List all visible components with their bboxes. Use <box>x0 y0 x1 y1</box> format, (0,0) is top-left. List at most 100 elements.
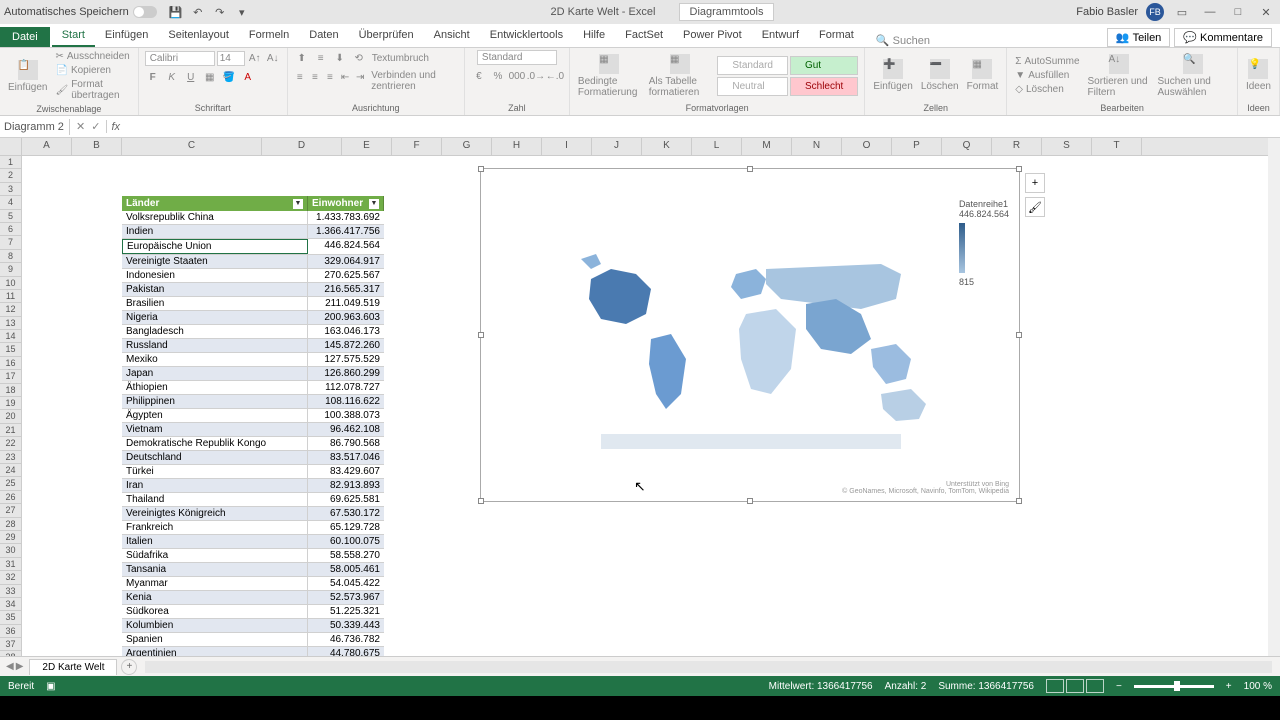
cell-population[interactable]: 211.049.519 <box>308 297 384 310</box>
table-row[interactable]: Südkorea51.225.321 <box>122 605 384 619</box>
style-neutral[interactable]: Neutral <box>717 77 788 96</box>
row-header[interactable]: 15 <box>0 343 21 356</box>
paste-button[interactable]: 📋Einfügen <box>6 58 49 95</box>
column-header[interactable]: S <box>1042 138 1092 155</box>
zoom-level[interactable]: 100 % <box>1244 681 1272 692</box>
column-header[interactable]: F <box>392 138 442 155</box>
delete-cells-button[interactable]: ➖Löschen <box>919 57 961 94</box>
table-row[interactable]: Pakistan216.565.317 <box>122 283 384 297</box>
table-row[interactable]: Indien1.366.417.756 <box>122 225 384 239</box>
vertical-scrollbar[interactable] <box>1268 138 1280 656</box>
zoom-slider[interactable] <box>1134 685 1214 688</box>
align-left-icon[interactable]: ≡ <box>294 69 306 85</box>
row-header[interactable]: 32 <box>0 571 21 584</box>
decrease-decimal-icon[interactable]: ←.0 <box>547 68 563 84</box>
cell-population[interactable]: 51.225.321 <box>308 605 384 618</box>
tab-power pivot[interactable]: Power Pivot <box>673 25 752 47</box>
fill-color-button[interactable]: 🪣 <box>221 69 237 85</box>
redo-icon[interactable]: ↷ <box>213 5 227 19</box>
autosave-toggle[interactable]: Automatisches Speichern <box>4 6 157 18</box>
cell-country[interactable]: Myanmar <box>122 577 308 590</box>
row-header[interactable]: 37 <box>0 638 21 651</box>
table-row[interactable]: Brasilien211.049.519 <box>122 297 384 311</box>
column-header[interactable]: C <box>122 138 262 155</box>
style-schlecht[interactable]: Schlecht <box>790 77 858 96</box>
macro-record-icon[interactable]: ▣ <box>46 681 55 692</box>
cell-population[interactable]: 108.116.622 <box>308 395 384 408</box>
cell-population[interactable]: 270.625.567 <box>308 269 384 282</box>
cell-country[interactable]: Indien <box>122 225 308 238</box>
resize-handle[interactable] <box>747 166 753 172</box>
row-header[interactable]: 36 <box>0 625 21 638</box>
table-row[interactable]: Volksrepublik China1.433.783.692 <box>122 211 384 225</box>
user-avatar[interactable]: FB <box>1146 3 1164 21</box>
column-header[interactable]: M <box>742 138 792 155</box>
autosum-button[interactable]: Σ AutoSumme <box>1013 55 1081 68</box>
border-button[interactable]: ▦ <box>202 69 218 85</box>
row-header[interactable]: 35 <box>0 611 21 624</box>
map-chart[interactable]: + 🖌 Datenreihe1 446.824.564 <box>480 168 1020 502</box>
cell-population[interactable]: 329.064.917 <box>308 255 384 268</box>
column-header[interactable]: K <box>642 138 692 155</box>
row-header[interactable]: 9 <box>0 263 21 276</box>
number-format-select[interactable]: Standard <box>477 50 557 65</box>
tab-daten[interactable]: Daten <box>299 25 348 47</box>
cell-country[interactable]: Indonesien <box>122 269 308 282</box>
underline-button[interactable]: U <box>183 69 199 85</box>
name-box[interactable]: Diagramm 2 <box>0 119 70 135</box>
align-middle-icon[interactable]: ≡ <box>313 50 329 66</box>
cell-country[interactable]: Europäische Union <box>122 239 308 254</box>
align-top-icon[interactable]: ⬆ <box>294 50 310 66</box>
row-header[interactable]: 7 <box>0 236 21 249</box>
table-row[interactable]: Bangladesch163.046.173 <box>122 325 384 339</box>
cell-country[interactable]: Mexiko <box>122 353 308 366</box>
comma-icon[interactable]: 000 <box>509 68 525 84</box>
increase-font-icon[interactable]: A↑ <box>247 50 263 66</box>
row-header[interactable]: 22 <box>0 437 21 450</box>
comments-button[interactable]: 💬 Kommentare <box>1174 28 1272 47</box>
tab-entwurf[interactable]: Entwurf <box>752 25 809 47</box>
table-row[interactable]: Mexiko127.575.529 <box>122 353 384 367</box>
cell-country[interactable]: Vereinigtes Königreich <box>122 507 308 520</box>
row-header[interactable]: 17 <box>0 370 21 383</box>
cell-country[interactable]: Thailand <box>122 493 308 506</box>
resize-handle[interactable] <box>1016 166 1022 172</box>
horizontal-scrollbar[interactable] <box>145 661 1272 673</box>
clear-button[interactable]: ◇ Löschen <box>1013 83 1081 96</box>
tab-formeln[interactable]: Formeln <box>239 25 299 47</box>
italic-button[interactable]: K <box>164 69 180 85</box>
cancel-formula-icon[interactable]: ✕ <box>76 120 85 133</box>
cell-population[interactable]: 44.780.675 <box>308 647 384 656</box>
cell-population[interactable]: 83.517.046 <box>308 451 384 464</box>
row-header[interactable]: 1 <box>0 156 21 169</box>
table-row[interactable]: Myanmar54.045.422 <box>122 577 384 591</box>
table-row[interactable]: Deutschland83.517.046 <box>122 451 384 465</box>
row-header[interactable]: 6 <box>0 223 21 236</box>
cell-population[interactable]: 1.433.783.692 <box>308 211 384 224</box>
resize-handle[interactable] <box>747 498 753 504</box>
cell-population[interactable]: 112.078.727 <box>308 381 384 394</box>
row-header[interactable]: 13 <box>0 317 21 330</box>
undo-icon[interactable]: ↶ <box>191 5 205 19</box>
row-header[interactable]: 28 <box>0 518 21 531</box>
table-row[interactable]: Türkei83.429.607 <box>122 465 384 479</box>
table-row[interactable]: Spanien46.736.782 <box>122 633 384 647</box>
column-header[interactable]: E <box>342 138 392 155</box>
font-name-select[interactable]: Calibri <box>145 51 215 66</box>
format-painter-button[interactable]: 🖌 Format übertragen <box>53 78 131 102</box>
page-layout-view-icon[interactable] <box>1066 679 1084 693</box>
row-header[interactable]: 14 <box>0 330 21 343</box>
cell-country[interactable]: Südafrika <box>122 549 308 562</box>
cell-population[interactable]: 54.045.422 <box>308 577 384 590</box>
insert-cells-button[interactable]: ➕Einfügen <box>871 57 914 94</box>
percent-icon[interactable]: % <box>490 68 506 84</box>
tab-factset[interactable]: FactSet <box>615 25 673 47</box>
filter-icon[interactable]: ▼ <box>293 199 303 209</box>
table-row[interactable]: Thailand69.625.581 <box>122 493 384 507</box>
cell-population[interactable]: 126.860.299 <box>308 367 384 380</box>
cell-country[interactable]: Frankreich <box>122 521 308 534</box>
column-header[interactable]: Q <box>942 138 992 155</box>
cell-country[interactable]: Iran <box>122 479 308 492</box>
row-header[interactable]: 4 <box>0 196 21 209</box>
row-header[interactable]: 16 <box>0 357 21 370</box>
